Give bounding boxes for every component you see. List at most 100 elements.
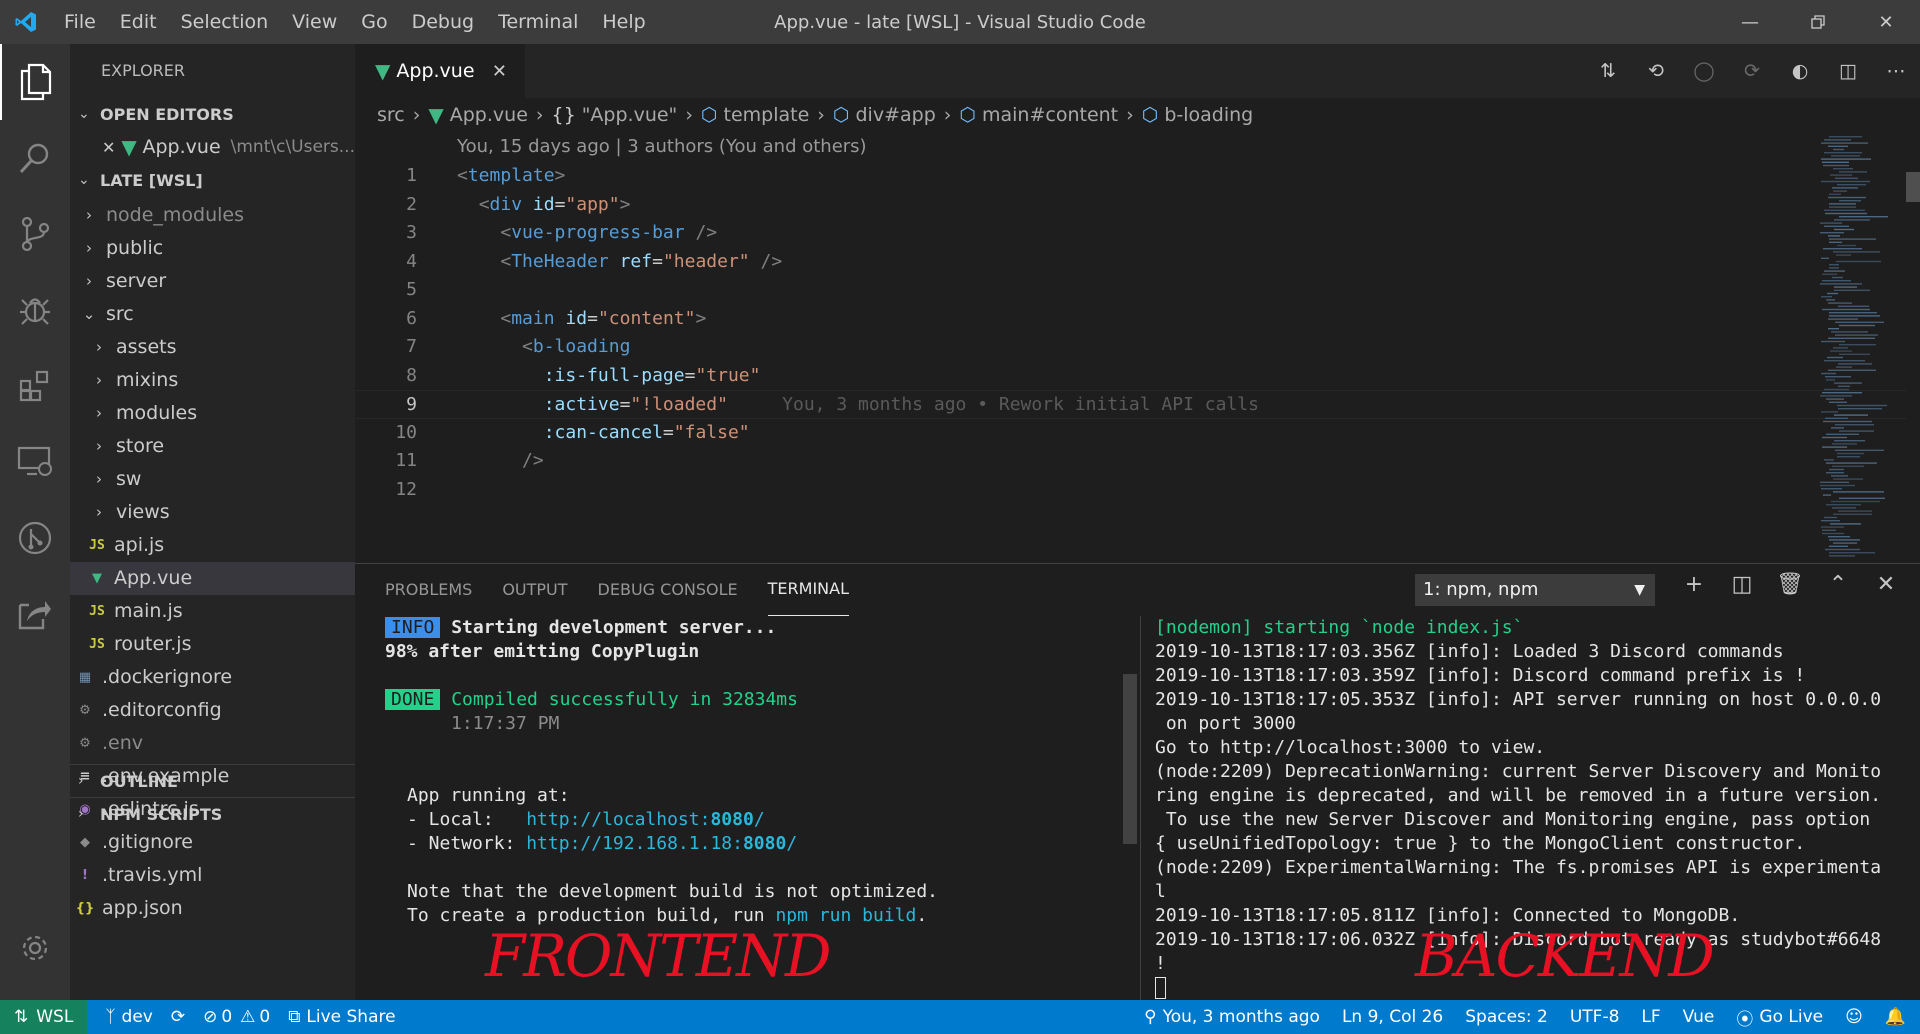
tree-item-router-js[interactable]: JS router.js	[70, 628, 355, 661]
tree-item-assets[interactable]: › assets	[70, 331, 355, 364]
code-line: 12	[395, 478, 417, 500]
line-ending[interactable]: LF	[1641, 1007, 1660, 1027]
menu-view[interactable]: View	[280, 0, 349, 44]
tree-item-api-js[interactable]: JS api.js	[70, 529, 355, 562]
breadcrumb-b-loading[interactable]: b-loading	[1164, 104, 1253, 126]
tree-item-app-vue[interactable]: ▼ App.vue	[70, 562, 355, 595]
chevron-right-icon: ›	[86, 239, 92, 257]
remote-indicator[interactable]: ⇅ WSL	[0, 1000, 88, 1034]
open-editors-section[interactable]: ⌄ OPEN EDITORS	[70, 98, 355, 131]
blame-toggle-icon[interactable]: ◐	[1776, 60, 1824, 82]
tree-item-server[interactable]: › server	[70, 265, 355, 298]
code-editor[interactable]: 1 <template> 2 <div id="app"> 3 <vue-prog…	[355, 162, 1920, 509]
vscode-logo-icon	[0, 0, 52, 44]
next-commit-icon[interactable]: ⟳	[1728, 60, 1776, 82]
feedback-smiley-icon[interactable]: ☺	[1845, 1007, 1863, 1027]
close-panel-icon[interactable]: ✕	[1862, 572, 1910, 597]
menu-file[interactable]: File	[52, 0, 108, 44]
local-url-link[interactable]: http://localhost:8080/	[526, 809, 764, 830]
menu-selection[interactable]: Selection	[169, 0, 281, 44]
chevron-right-icon: ›	[96, 470, 102, 488]
breadcrumb-main-content[interactable]: main#content	[982, 104, 1118, 126]
new-terminal-icon[interactable]: +	[1670, 572, 1718, 597]
breadcrumb-file[interactable]: App.vue	[450, 104, 528, 126]
more-actions-icon[interactable]: ⋯	[1872, 60, 1920, 82]
tab-debug-console[interactable]: DEBUG CONSOLE	[598, 564, 738, 616]
live-share-icon[interactable]	[0, 576, 70, 652]
notifications-bell-icon[interactable]: 🔔	[1885, 1007, 1906, 1027]
tree-item-dockerignore[interactable]: ▦ .dockerignore	[70, 661, 355, 694]
breadcrumb-template[interactable]: template	[724, 104, 810, 126]
workspace-section[interactable]: ⌄ LATE [WSL]	[70, 164, 355, 197]
explorer-icon[interactable]	[0, 44, 70, 120]
go-live-button[interactable]: ⦿ Go Live	[1736, 1005, 1823, 1030]
search-icon[interactable]	[0, 120, 70, 196]
compare-changes-icon[interactable]: ⇅	[1584, 60, 1632, 82]
debug-icon[interactable]	[0, 272, 70, 348]
tree-item-env[interactable]: ⚙ .env	[70, 727, 355, 760]
terminal-select[interactable]: 1: npm, npm ▼	[1415, 574, 1655, 606]
tree-item-app-json[interactable]: {} app.json	[70, 892, 355, 925]
terminal-split-divider[interactable]	[1140, 616, 1141, 1001]
split-editor-icon[interactable]: ◫	[1824, 60, 1872, 82]
minimize-icon[interactable]: —	[1716, 0, 1784, 44]
git-graph-icon[interactable]	[0, 500, 70, 576]
sync-icon[interactable]: ⟳	[171, 1007, 185, 1027]
indentation[interactable]: Spaces: 2	[1465, 1007, 1548, 1027]
split-terminal-icon[interactable]: ◫	[1718, 572, 1766, 597]
tree-item-gitignore[interactable]: ◆ .gitignore	[70, 826, 355, 859]
open-editor-item[interactable]: ✕ ▼ App.vue \mnt\c\Users...	[70, 131, 355, 164]
source-control-icon[interactable]	[0, 196, 70, 272]
menu-terminal[interactable]: Terminal	[486, 0, 590, 44]
close-tab-icon[interactable]: ✕	[492, 61, 507, 82]
cursor-position[interactable]: Ln 9, Col 26	[1342, 1007, 1443, 1027]
code-line: 2 <div id="app">	[406, 193, 631, 215]
restore-icon[interactable]	[1784, 0, 1852, 44]
terminal-scrollbar[interactable]	[1123, 674, 1137, 844]
language-mode[interactable]: Vue	[1683, 1007, 1715, 1027]
open-previous-change-icon[interactable]: ⟲	[1632, 60, 1680, 82]
npm-scripts-section[interactable]: › NPM SCRIPTS	[70, 797, 355, 830]
tree-item-public[interactable]: › public	[70, 232, 355, 265]
previous-commit-icon[interactable]: ◯	[1680, 60, 1728, 82]
tree-item-travis-yml[interactable]: ! .travis.yml	[70, 859, 355, 892]
tree-item-editorconfig[interactable]: ⚙ .editorconfig	[70, 694, 355, 727]
tree-item-store[interactable]: › store	[70, 430, 355, 463]
menu-go[interactable]: Go	[349, 0, 399, 44]
encoding[interactable]: UTF-8	[1570, 1007, 1620, 1027]
blame-status[interactable]: ⚲ You, 3 months ago	[1144, 1007, 1320, 1027]
close-editor-icon[interactable]: ✕	[102, 131, 121, 164]
breadcrumb-module[interactable]: "App.vue"	[582, 104, 678, 126]
menu-debug[interactable]: Debug	[400, 0, 486, 44]
breadcrumb-div-app[interactable]: div#app	[856, 104, 936, 126]
network-url-link[interactable]: http://192.168.1.18:8080/	[526, 833, 797, 854]
remote-explorer-icon[interactable]	[0, 424, 70, 500]
live-share-button[interactable]: ⧉ Live Share	[288, 1007, 395, 1027]
editor-scrollbar[interactable]	[1906, 132, 1920, 563]
tree-item-main-js[interactable]: JS main.js	[70, 595, 355, 628]
extensions-icon[interactable]	[0, 348, 70, 424]
code-line: 13 <div :class="appClass">	[355, 504, 1920, 509]
outline-section[interactable]: › OUTLINE	[70, 764, 355, 797]
tab-problems[interactable]: PROBLEMS	[385, 564, 472, 616]
menu-edit[interactable]: Edit	[108, 0, 169, 44]
tree-item-src[interactable]: ⌄ src	[70, 298, 355, 331]
tab-app-vue[interactable]: ▼ App.vue ✕	[355, 44, 525, 98]
tree-item-node-modules[interactable]: › node_modules	[70, 199, 355, 232]
maximize-panel-icon[interactable]: ⌃	[1814, 572, 1862, 597]
tree-item-views[interactable]: › views	[70, 496, 355, 529]
codelens-authors[interactable]: You, 15 days ago | 3 authors (You and ot…	[355, 132, 1920, 162]
problems-indicator[interactable]: ⊘ 0 ⚠ 0	[203, 1007, 270, 1027]
minimap[interactable]	[1816, 132, 1906, 562]
tab-terminal[interactable]: TERMINAL	[767, 564, 850, 616]
tree-item-mixins[interactable]: › mixins	[70, 364, 355, 397]
tree-item-modules[interactable]: › modules	[70, 397, 355, 430]
close-window-icon[interactable]: ✕	[1852, 0, 1920, 44]
kill-terminal-icon[interactable]: 🗑	[1766, 572, 1814, 597]
settings-gear-icon[interactable]	[0, 910, 70, 986]
tab-output[interactable]: OUTPUT	[502, 564, 567, 616]
breadcrumb-src[interactable]: src	[377, 104, 405, 126]
tree-item-sw[interactable]: › sw	[70, 463, 355, 496]
menu-help[interactable]: Help	[590, 0, 657, 44]
branch-indicator[interactable]: ᛉ dev	[105, 1007, 153, 1027]
